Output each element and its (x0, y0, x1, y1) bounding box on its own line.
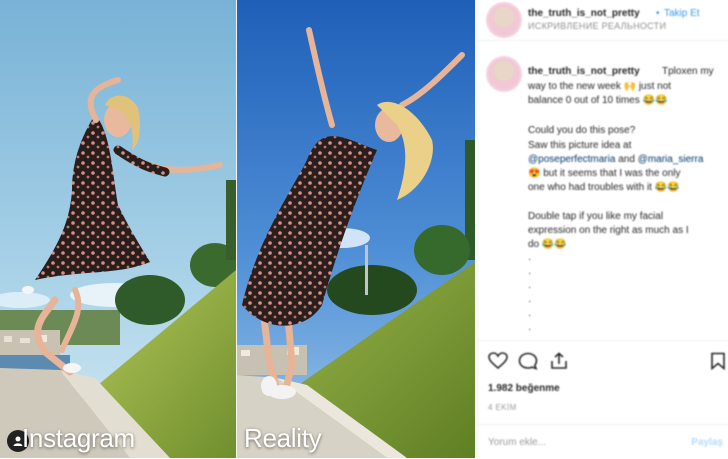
caption-dot: · (528, 310, 532, 321)
caption-line: Saw this picture idea at (528, 140, 632, 151)
reality-photo-art (237, 0, 475, 458)
post-location[interactable]: ИСКРИВЛЕНИЕ РЕАЛЬНОСТИ (528, 21, 666, 31)
comment-bar: Yorum ekle... Paylaş (478, 424, 728, 459)
share-icon[interactable] (549, 352, 569, 370)
instagram-photo: Instagram (0, 0, 236, 458)
follow-button[interactable]: Takip Et (664, 8, 700, 19)
post-date: 4 EKİM (488, 403, 517, 412)
caption-dot: · (528, 324, 532, 335)
instagram-post-panel: the_truth_is_not_pretty • Takip Et ИСКРИ… (477, 0, 728, 458)
divider (478, 340, 728, 341)
instagram-caption: Instagram (22, 423, 135, 453)
comment-icon[interactable] (518, 352, 538, 370)
caption-line: one who had troubles with it 😂😂 (528, 182, 680, 193)
caption-line: 😍 but it seems that I was the only (528, 168, 681, 179)
caption-line: Could you do this pose? (528, 125, 636, 136)
mention-link[interactable]: @maria_sierra (638, 154, 704, 165)
caption-avatar[interactable] (488, 58, 520, 90)
caption-line: Tploxen my (662, 66, 714, 77)
caption-line: Double tap if you like my facial (528, 211, 664, 222)
caption-mention-line: @poseperfectmaria and @maria_sierra (528, 154, 704, 165)
caption-line: do 😂😂 (528, 239, 567, 250)
header-username[interactable]: the_truth_is_not_pretty (528, 8, 640, 19)
likes-count[interactable]: 1.982 beğenme (488, 383, 560, 394)
caption-username[interactable]: the_truth_is_not_pretty (528, 66, 640, 77)
reality-photo: Reality (237, 0, 475, 458)
caption-dot: · (528, 296, 532, 307)
caption-dot: · (528, 282, 532, 293)
follow-separator: • (656, 8, 660, 19)
caption-line: expression on the right as much as I (528, 225, 689, 236)
avatar[interactable] (488, 4, 520, 36)
caption-dot: · (528, 254, 532, 265)
comment-input[interactable]: Yorum ekle... (488, 437, 546, 448)
post-header: the_truth_is_not_pretty • Takip Et ИСКРИ… (478, 0, 728, 41)
mention-link[interactable]: @poseperfectmaria (528, 154, 615, 165)
post-comment-button[interactable]: Paylaş (691, 437, 723, 448)
heart-icon[interactable] (488, 352, 508, 370)
bookmark-icon[interactable] (710, 352, 726, 370)
reality-caption: Reality (244, 423, 322, 453)
instagram-photo-art (0, 0, 236, 458)
caption-dot: · (528, 268, 532, 279)
caption-line: way to the new week 🙌 just not (528, 81, 672, 92)
caption-line: balance 0 out of 10 times 😂😂 (528, 95, 668, 106)
